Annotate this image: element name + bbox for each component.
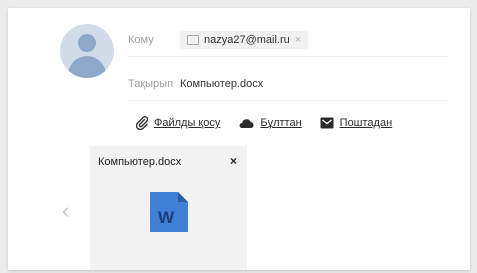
compose-panel: Кому nazya27@mail.ru × Тақырып Компьютер… <box>8 8 470 270</box>
subject-input[interactable]: Компьютер.docx <box>180 78 263 90</box>
from-mail-label: Поштадан <box>339 117 393 129</box>
remove-recipient-icon[interactable]: × <box>295 34 301 46</box>
mail-icon <box>320 117 334 129</box>
chevron-left-icon[interactable]: ‹ <box>62 200 69 222</box>
word-document-icon: W <box>150 192 188 232</box>
word-letter: W <box>158 208 175 227</box>
subject-label: Тақырып <box>128 78 174 90</box>
attachment-card[interactable]: Компьютер.docx × W <box>90 146 247 270</box>
avatar-icon <box>60 24 114 78</box>
recipient-chip[interactable]: nazya27@mail.ru × <box>180 31 309 49</box>
from-cloud-label: Бұлттан <box>260 117 302 129</box>
recipient-email: nazya27@mail.ru <box>204 34 290 46</box>
attachment-filename: Компьютер.docx <box>98 156 182 168</box>
to-field-row[interactable]: Кому nazya27@mail.ru × <box>128 24 448 57</box>
avatar-head <box>78 34 96 52</box>
from-mail-link[interactable]: Поштадан <box>320 117 393 129</box>
from-cloud-link[interactable]: Бұлттан <box>238 117 302 129</box>
cloud-icon <box>239 119 254 129</box>
avatar-body <box>68 56 106 78</box>
subject-field-row[interactable]: Тақырып Компьютер.docx <box>128 68 448 101</box>
to-label: Кому <box>128 34 154 46</box>
attach-file-link[interactable]: Файлды қосу <box>136 116 220 130</box>
contact-card-icon <box>187 35 199 45</box>
paperclip-icon <box>136 116 148 130</box>
attach-file-label: Файлды қосу <box>154 117 221 129</box>
attach-actions: Файлды қосу Бұлттан Поштадан <box>136 116 392 130</box>
remove-attachment-icon[interactable]: × <box>230 154 237 168</box>
